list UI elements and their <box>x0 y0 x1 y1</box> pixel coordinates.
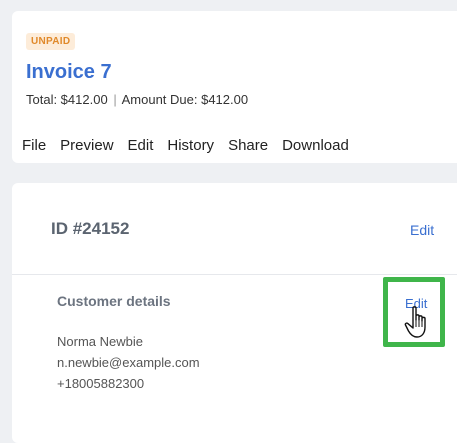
amount-due: Amount Due: $412.00 <box>121 92 249 107</box>
customer-email: n.newbie@example.com <box>57 355 200 370</box>
totals-separator: | <box>113 92 117 107</box>
divider <box>12 274 457 275</box>
total-amount: Total: $412.00 <box>26 92 108 107</box>
download-action[interactable]: Download <box>282 137 349 154</box>
edit-id-button[interactable]: Edit <box>410 222 434 238</box>
hand-pointer-icon <box>404 305 434 346</box>
invoice-actions-menu: File Preview Edit History Share Download <box>22 137 363 154</box>
page-title: Invoice 7 <box>26 61 112 83</box>
edit-action[interactable]: Edit <box>128 137 154 154</box>
preview-action[interactable]: Preview <box>60 137 113 154</box>
share-action[interactable]: Share <box>228 137 268 154</box>
invoice-id: ID #24152 <box>51 219 130 238</box>
customer-name: Norma Newbie <box>57 334 143 349</box>
file-action[interactable]: File <box>22 137 46 154</box>
customer-details-title: Customer details <box>57 293 171 309</box>
history-action[interactable]: History <box>167 137 214 154</box>
customer-phone: +18005882300 <box>57 376 145 391</box>
status-badge: UNPAID <box>26 33 76 50</box>
invoice-header-card: UNPAID Invoice 7 Total: $412.00 | Amount… <box>12 11 457 163</box>
invoice-totals: Total: $412.00 | Amount Due: $412.00 <box>26 92 248 107</box>
